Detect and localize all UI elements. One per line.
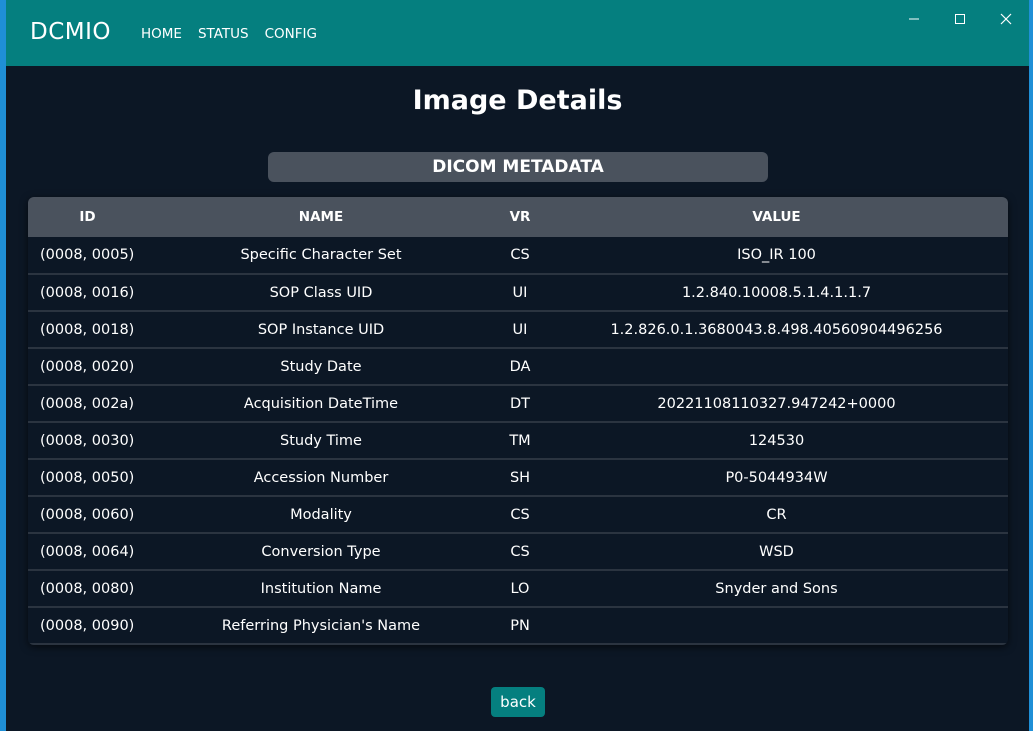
table-row: (0008, 0090) Referring Physician's Name … <box>28 607 1008 644</box>
app-window: DCMIO HOME STATUS CONFIG Image Details D… <box>6 0 1029 731</box>
cell-value: Snyder and Sons <box>715 580 838 597</box>
cell-vr: TM <box>509 432 531 449</box>
table-row: (0008, 0016) SOP Class UID UI 1.2.840.10… <box>28 274 1008 311</box>
minimize-button[interactable] <box>891 8 937 30</box>
column-header-value: VALUE <box>752 209 801 225</box>
section-header: DICOM METADATA <box>268 152 768 182</box>
table-row: (0008, 0005) Specific Character Set CS I… <box>28 237 1008 274</box>
nav-config[interactable]: CONFIG <box>265 26 317 42</box>
cell-vr: CS <box>510 506 530 523</box>
cell-id: (0008, 0016) <box>40 284 135 301</box>
cell-name: Study Date <box>280 358 362 375</box>
cell-value <box>545 607 1008 644</box>
cell-id: (0008, 002a) <box>40 395 134 412</box>
cell-id: (0008, 0080) <box>40 580 135 597</box>
close-icon <box>1000 13 1012 25</box>
metadata-table-container: ID NAME VR VALUE (0008, 0005) Specific C… <box>28 197 1008 645</box>
cell-name: Modality <box>290 506 352 523</box>
table-row: (0008, 0020) Study Date DA <box>28 348 1008 385</box>
cell-vr: LO <box>510 580 530 597</box>
column-header-vr: VR <box>509 209 531 225</box>
table-row: (0008, 0030) Study Time TM 124530 <box>28 422 1008 459</box>
cell-name: Conversion Type <box>261 543 381 560</box>
cell-vr: DT <box>509 395 531 412</box>
cell-value: 20221108110327.947242+0000 <box>657 395 896 412</box>
table-row: (0008, 0064) Conversion Type CS WSD <box>28 533 1008 570</box>
window-controls <box>891 8 1029 30</box>
cell-vr: SH <box>509 469 531 486</box>
cell-name: Institution Name <box>260 580 382 597</box>
cell-id: (0008, 0020) <box>40 358 135 375</box>
cell-id: (0008, 0090) <box>40 617 135 634</box>
cell-vr: CS <box>510 247 530 263</box>
cell-id: (0008, 0030) <box>40 432 135 449</box>
column-header-id: ID <box>79 209 96 225</box>
table-row: (0008, 0060) Modality CS CR <box>28 496 1008 533</box>
cell-name: Accession Number <box>253 469 389 486</box>
cell-vr: UI <box>512 284 528 301</box>
metadata-table: ID NAME VR VALUE (0008, 0005) Specific C… <box>28 197 1008 645</box>
cell-name: Referring Physician's Name <box>221 617 421 634</box>
cell-id: (0008, 0005) <box>40 247 135 263</box>
cell-vr: PN <box>510 617 530 634</box>
cell-vr: DA <box>509 358 531 375</box>
cell-value: WSD <box>759 543 794 560</box>
cell-value: 124530 <box>748 432 805 449</box>
table-row: (0008, 0080) Institution Name LO Snyder … <box>28 570 1008 607</box>
cell-id: (0008, 0064) <box>40 543 135 560</box>
cell-value <box>545 348 1008 385</box>
cell-value: 1.2.826.0.1.3680043.8.498.40560904496256 <box>610 321 943 338</box>
main-nav: HOME STATUS CONFIG <box>141 26 333 42</box>
app-brand[interactable]: DCMIO <box>30 19 111 45</box>
cell-vr: UI <box>512 321 528 338</box>
page-title: Image Details <box>412 85 623 116</box>
back-button[interactable]: back <box>491 687 545 717</box>
cell-name: Acquisition DateTime <box>243 395 399 412</box>
minimize-icon <box>909 18 919 20</box>
cell-value: ISO_IR 100 <box>737 247 816 263</box>
table-header-row: ID NAME VR VALUE <box>28 197 1008 237</box>
column-header-name: NAME <box>298 209 344 225</box>
cell-value: P0-5044934W <box>725 469 828 486</box>
cell-id: (0008, 0018) <box>40 321 135 338</box>
cell-name: SOP Instance UID <box>257 321 385 338</box>
cell-value: 1.2.840.10008.5.1.4.1.1.7 <box>681 284 872 301</box>
close-button[interactable] <box>983 8 1029 30</box>
nav-home[interactable]: HOME <box>141 26 182 42</box>
maximize-button[interactable] <box>937 8 983 30</box>
cell-id: (0008, 0060) <box>40 506 135 523</box>
table-row: (0008, 002a) Acquisition DateTime DT 202… <box>28 385 1008 422</box>
cell-id: (0008, 0050) <box>40 469 135 486</box>
table-row: (0008, 0050) Accession Number SH P0-5044… <box>28 459 1008 496</box>
cell-name: Study Time <box>280 432 362 449</box>
table-row: (0008, 0018) SOP Instance UID UI 1.2.826… <box>28 311 1008 348</box>
cell-value: CR <box>766 506 787 523</box>
title-bar: DCMIO HOME STATUS CONFIG <box>6 0 1029 66</box>
cell-name: SOP Class UID <box>269 284 373 301</box>
nav-status[interactable]: STATUS <box>198 26 249 42</box>
maximize-icon <box>955 14 965 24</box>
cell-name: Specific Character Set <box>240 247 402 263</box>
cell-vr: CS <box>510 543 530 560</box>
